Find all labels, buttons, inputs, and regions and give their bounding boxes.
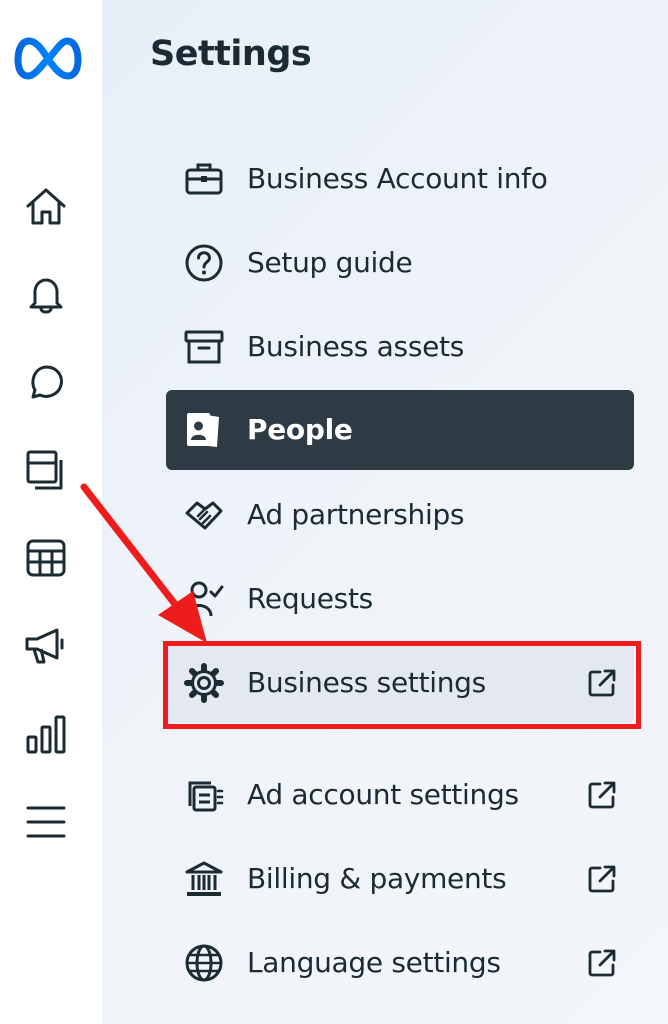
menu-item-ad-partnerships[interactable]: Ad partnerships: [166, 475, 634, 555]
id-badge-icon: [187, 413, 219, 447]
home-icon[interactable]: [23, 184, 69, 228]
menu-item-label: Ad partnerships: [247, 498, 465, 531]
menu-item-label: Business assets: [247, 330, 464, 363]
nav-rail: [0, 0, 102, 1024]
chat-bubble-icon[interactable]: [23, 360, 69, 404]
menu-item-business-assets[interactable]: Business assets: [166, 307, 634, 387]
menu-item-label: Language settings: [247, 946, 501, 979]
menu-item-requests[interactable]: Requests: [166, 559, 634, 639]
menu-item-label: Business Account info: [247, 162, 548, 195]
person-check-icon: [185, 581, 224, 617]
handshake-icon: [185, 501, 223, 530]
external-link-icon[interactable]: [586, 863, 618, 895]
menu-item-ad-account-settings[interactable]: Ad account settings: [166, 755, 634, 835]
menu-item-setup-guide[interactable]: Setup guide: [166, 223, 634, 303]
meta-logo-icon[interactable]: [12, 34, 84, 84]
page-title: Settings: [150, 34, 312, 74]
external-link-icon[interactable]: [586, 667, 618, 699]
menu-item-business-account-info[interactable]: Business Account info: [166, 139, 634, 219]
globe-icon: [185, 944, 223, 982]
pages-icon[interactable]: [23, 448, 69, 492]
menu-item-people[interactable]: People: [166, 390, 634, 470]
menu-item-business-settings[interactable]: Business settings: [166, 643, 634, 723]
menu-item-language-settings[interactable]: Language settings: [166, 923, 634, 1003]
menu-item-label: Ad account settings: [247, 778, 519, 811]
calendar-grid-icon[interactable]: [23, 536, 69, 580]
question-circle-icon: [185, 244, 223, 282]
bar-chart-icon[interactable]: [23, 712, 69, 756]
menu-item-billing-payments[interactable]: Billing & payments: [166, 839, 634, 919]
menu-item-label: Setup guide: [247, 246, 413, 279]
menu-item-label: Billing & payments: [247, 862, 507, 895]
bank-icon: [185, 861, 223, 896]
external-link-icon[interactable]: [586, 779, 618, 811]
ad-account-icon: [188, 781, 224, 812]
bell-icon[interactable]: [23, 272, 69, 316]
megaphone-icon[interactable]: [23, 624, 69, 668]
menu-item-label: People: [247, 413, 353, 446]
external-link-icon[interactable]: [586, 947, 618, 979]
menu-item-label: Business settings: [247, 666, 486, 699]
gear-icon: [184, 663, 224, 703]
menu-icon[interactable]: [23, 800, 69, 844]
archive-box-icon: [184, 330, 224, 364]
menu-item-label: Requests: [247, 582, 373, 615]
briefcase-icon: [185, 163, 223, 195]
